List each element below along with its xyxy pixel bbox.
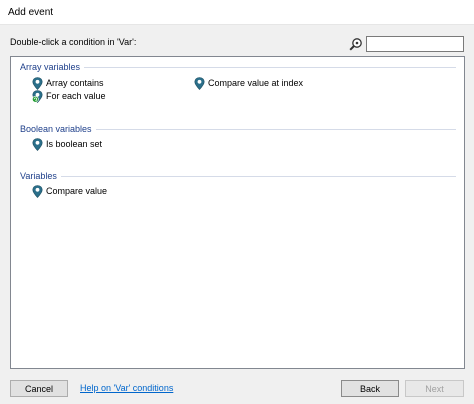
condition-label: Compare value at index bbox=[208, 78, 304, 88]
loop-pin-icon bbox=[32, 90, 43, 103]
category-heading-boolean-variables: Boolean variables bbox=[20, 124, 456, 134]
cancel-button[interactable]: Cancel bbox=[10, 380, 68, 397]
location-pin-icon bbox=[32, 77, 43, 90]
category-heading-label: Array variables bbox=[20, 62, 81, 72]
condition-item-compare-value-at-index[interactable]: Compare value at index bbox=[194, 77, 303, 90]
condition-label: Array contains bbox=[46, 78, 104, 88]
category-heading-label: Variables bbox=[20, 171, 57, 181]
heading-divider bbox=[60, 175, 456, 177]
search-input[interactable] bbox=[366, 36, 464, 52]
location-pin-icon bbox=[194, 77, 205, 90]
condition-label: For each value bbox=[46, 91, 106, 101]
condition-item-compare-value[interactable]: Compare value bbox=[32, 185, 107, 198]
search-icon bbox=[349, 38, 362, 51]
condition-item-for-each-value[interactable]: For each value bbox=[32, 90, 106, 103]
conditions-list[interactable]: Array variables Array contains Compare v… bbox=[10, 56, 465, 369]
condition-item-is-boolean-set[interactable]: Is boolean set bbox=[32, 138, 102, 151]
location-pin-icon bbox=[32, 138, 43, 151]
back-button[interactable]: Back bbox=[341, 380, 399, 397]
next-button[interactable]: Next bbox=[405, 380, 464, 397]
category-heading-array-variables: Array variables bbox=[20, 62, 456, 72]
heading-divider bbox=[95, 128, 456, 130]
category-heading-label: Boolean variables bbox=[20, 124, 92, 134]
condition-item-array-contains[interactable]: Array contains bbox=[32, 77, 104, 90]
title-bar: Add event bbox=[0, 0, 474, 25]
window-title: Add event bbox=[8, 7, 54, 18]
condition-label: Compare value bbox=[46, 186, 108, 196]
category-heading-variables: Variables bbox=[20, 171, 456, 181]
location-pin-icon bbox=[32, 185, 43, 198]
heading-divider bbox=[84, 66, 456, 68]
help-link[interactable]: Help on 'Var' conditions bbox=[80, 383, 173, 393]
instruction-text: Double-click a condition in 'Var': bbox=[10, 37, 137, 47]
condition-label: Is boolean set bbox=[46, 139, 103, 149]
